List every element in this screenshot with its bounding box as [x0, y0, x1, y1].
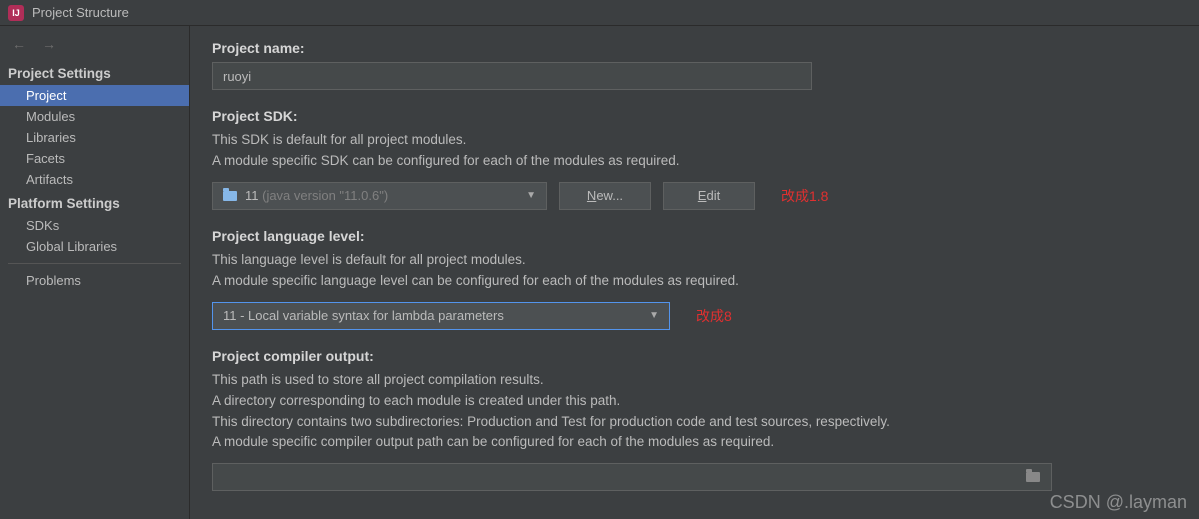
sidebar-item-artifacts[interactable]: Artifacts	[0, 169, 189, 190]
project-sdk-dropdown[interactable]: 11 (java version "11.0.6") ▼	[212, 182, 547, 210]
project-sdk-selected: 11 (java version "11.0.6")	[245, 188, 526, 203]
project-name-label: Project name:	[212, 40, 1177, 56]
chevron-down-icon: ▼	[649, 310, 659, 321]
compiler-output-desc2: A directory corresponding to each module…	[212, 391, 1177, 412]
language-level-dropdown[interactable]: 11 - Local variable syntax for lambda pa…	[212, 302, 670, 330]
project-name-input[interactable]	[212, 62, 812, 90]
compiler-output-desc4: A module specific compiler output path c…	[212, 432, 1177, 453]
main-panel: Project name: Project SDK: This SDK is d…	[190, 26, 1199, 519]
compiler-output-desc1: This path is used to store all project c…	[212, 370, 1177, 391]
language-level-desc2: A module specific language level can be …	[212, 271, 1177, 292]
project-sdk-desc2: A module specific SDK can be configured …	[212, 151, 1177, 172]
sidebar-item-modules[interactable]: Modules	[0, 106, 189, 127]
language-level-label: Project language level:	[212, 228, 1177, 244]
back-arrow-icon[interactable]: ←	[12, 36, 26, 52]
sidebar-item-global-libraries[interactable]: Global Libraries	[0, 236, 189, 257]
sidebar-item-problems[interactable]: Problems	[0, 270, 189, 291]
sidebar-item-libraries[interactable]: Libraries	[0, 127, 189, 148]
folder-icon	[223, 191, 237, 201]
chevron-down-icon: ▼	[526, 190, 536, 201]
project-sdk-label: Project SDK:	[212, 108, 1177, 124]
compiler-output-input[interactable]	[212, 463, 1052, 491]
sidebar-item-project[interactable]: Project	[0, 85, 189, 106]
project-sdk-desc1: This SDK is default for all project modu…	[212, 130, 1177, 151]
sidebar: ← → Project Settings Project Modules Lib…	[0, 26, 190, 519]
language-level-desc1: This language level is default for all p…	[212, 250, 1177, 271]
sidebar-item-sdks[interactable]: SDKs	[0, 215, 189, 236]
sdk-annotation: 改成1.8	[781, 186, 828, 206]
titlebar: IJ Project Structure	[0, 0, 1199, 26]
new-sdk-button[interactable]: New...	[559, 182, 651, 210]
sidebar-item-facets[interactable]: Facets	[0, 148, 189, 169]
sidebar-section-platform-settings: Platform Settings	[0, 190, 189, 215]
forward-arrow-icon[interactable]: →	[42, 36, 56, 52]
language-level-selected: 11 - Local variable syntax for lambda pa…	[223, 308, 649, 323]
window-title: Project Structure	[32, 5, 129, 20]
app-icon: IJ	[8, 5, 24, 21]
compiler-output-label: Project compiler output:	[212, 348, 1177, 364]
browse-folder-icon[interactable]	[1026, 472, 1040, 482]
sidebar-section-project-settings: Project Settings	[0, 60, 189, 85]
compiler-output-desc3: This directory contains two subdirectori…	[212, 412, 1177, 433]
language-level-annotation: 改成8	[696, 306, 732, 326]
sidebar-divider	[8, 263, 181, 264]
watermark: CSDN @.layman	[1050, 492, 1187, 513]
edit-sdk-button[interactable]: Edit	[663, 182, 755, 210]
